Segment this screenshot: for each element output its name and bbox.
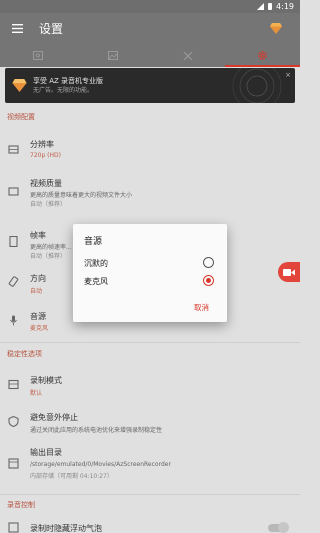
option-silent[interactable]: 沉默的 <box>73 254 227 272</box>
dialog-title: 音源 <box>84 237 103 247</box>
option-microphone-label: 麦克风 <box>84 277 108 286</box>
option-microphone[interactable]: 麦克风 <box>73 272 227 290</box>
option-microphone-radio[interactable] <box>203 275 214 286</box>
cancel-button[interactable]: 取消 <box>194 302 209 313</box>
audio-source-dialog: 音源 沉默的 麦克风 取消 <box>73 224 227 322</box>
option-silent-label: 沉默的 <box>84 259 108 268</box>
option-silent-radio[interactable] <box>203 257 214 268</box>
